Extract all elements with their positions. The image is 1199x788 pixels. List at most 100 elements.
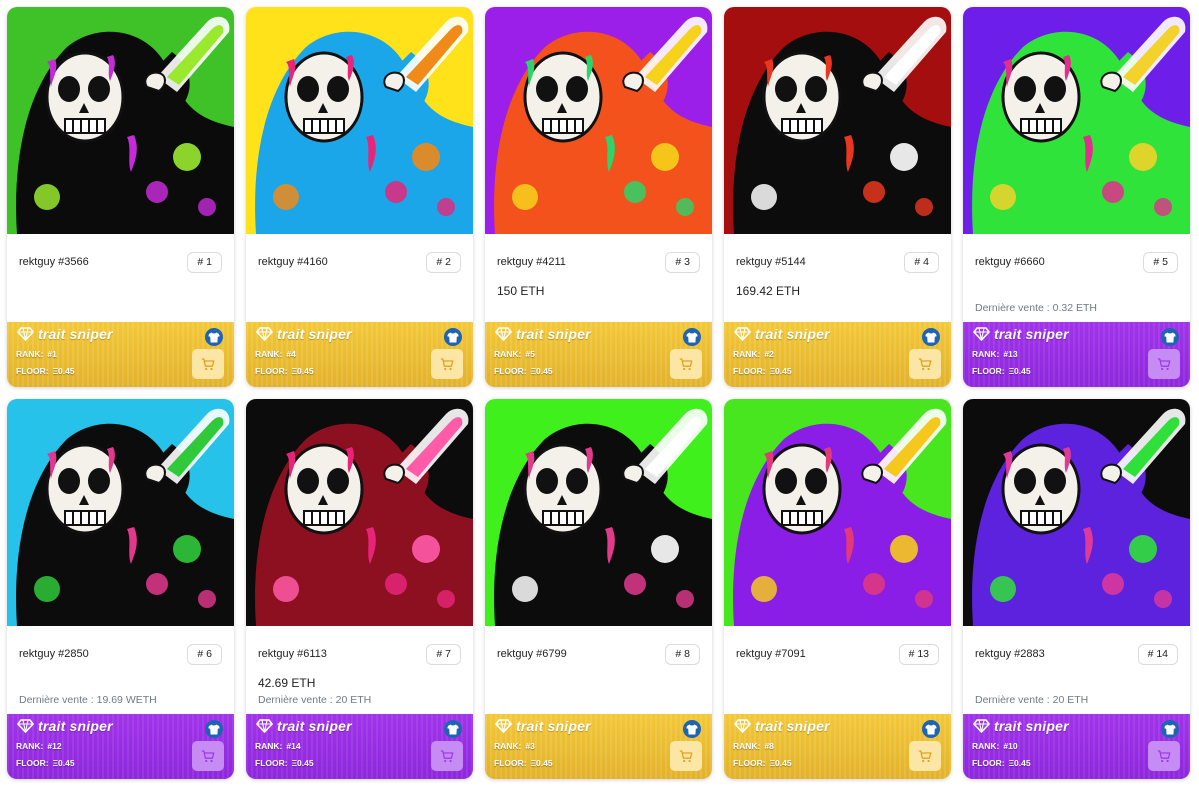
rank-label: RANK: <box>494 349 522 359</box>
nft-image[interactable] <box>724 7 951 234</box>
floor-value: Ξ0.45 <box>530 366 553 376</box>
shirt-icon[interactable] <box>205 720 223 738</box>
rank-label: RANK: <box>16 349 44 359</box>
sniper-floor: FLOOR: Ξ0.45 <box>16 366 75 376</box>
floor-value: Ξ0.45 <box>530 758 553 768</box>
trait-sniper-label: trait sniper <box>277 718 352 734</box>
nft-name[interactable]: rektguy #6113 <box>258 648 327 660</box>
nft-name[interactable]: rektguy #6799 <box>497 648 567 660</box>
nft-card[interactable]: rektguy #3566 # 1 trait sniper RANK: #1 FLOOR… <box>7 7 234 387</box>
trait-sniper-label: trait sniper <box>994 718 1069 734</box>
nft-image[interactable] <box>7 7 234 234</box>
cart-button[interactable] <box>909 741 941 771</box>
nft-card[interactable]: rektguy #4160 # 2 trait sniper RANK: #4 FLOOR… <box>246 7 473 387</box>
trait-sniper-logo: trait sniper <box>494 326 591 342</box>
floor-value: Ξ0.45 <box>291 758 314 768</box>
rarity-rank-badge: # 4 <box>904 252 939 273</box>
floor-label: FLOOR: <box>494 366 527 376</box>
nft-image[interactable] <box>485 399 712 626</box>
current-price: 150 ETH <box>497 284 545 298</box>
cart-button[interactable] <box>1148 741 1180 771</box>
nft-info: rektguy #7091 # 13 <box>724 626 951 714</box>
nft-card[interactable]: rektguy #6113 # 7 42.69 ETH Dernière vente … <box>246 399 473 779</box>
shirt-icon[interactable] <box>1161 720 1179 738</box>
shirt-icon[interactable] <box>683 328 701 346</box>
trait-sniper-label: trait sniper <box>277 326 352 342</box>
diamond-icon <box>255 719 274 734</box>
shirt-icon[interactable] <box>1161 328 1179 346</box>
cart-button[interactable] <box>192 741 224 771</box>
shirt-icon[interactable] <box>444 720 462 738</box>
trait-sniper-logo: trait sniper <box>16 718 113 734</box>
rarity-rank-badge: # 3 <box>665 252 700 273</box>
trait-sniper-logo: trait sniper <box>494 718 591 734</box>
cart-button[interactable] <box>192 349 224 379</box>
cart-button[interactable] <box>431 349 463 379</box>
nft-name[interactable]: rektguy #4160 <box>258 256 328 268</box>
nft-card[interactable]: rektguy #4211 # 3 150 ETH trait sniper RANK:… <box>485 7 712 387</box>
trait-sniper-label: trait sniper <box>516 718 591 734</box>
cart-button[interactable] <box>670 349 702 379</box>
floor-label: FLOOR: <box>255 758 288 768</box>
diamond-icon <box>255 327 274 342</box>
nft-name[interactable]: rektguy #2883 <box>975 648 1045 660</box>
rarity-rank-badge: # 7 <box>426 644 461 665</box>
nft-name[interactable]: rektguy #3566 <box>19 256 89 268</box>
trait-sniper-logo: trait sniper <box>255 326 352 342</box>
floor-label: FLOOR: <box>255 366 288 376</box>
nft-name[interactable]: rektguy #7091 <box>736 648 806 660</box>
sniper-rank: RANK: #12 <box>16 741 62 751</box>
diamond-icon <box>16 719 35 734</box>
nft-card[interactable]: rektguy #6660 # 5 Dernière vente : 0.32 ET… <box>963 7 1190 387</box>
trait-sniper-panel: trait sniper RANK: #2 FLOOR: Ξ0.45 <box>724 322 951 387</box>
nft-card[interactable]: rektguy #2850 # 6 Dernière vente : 19.69 W… <box>7 399 234 779</box>
cart-button[interactable] <box>1148 349 1180 379</box>
cart-button[interactable] <box>431 741 463 771</box>
sniper-rank: RANK: #13 <box>972 349 1018 359</box>
nft-card[interactable]: rektguy #6799 # 8 trait sniper RANK: #3 FLOOR… <box>485 399 712 779</box>
sniper-rank: RANK: #10 <box>972 741 1018 751</box>
shirt-icon[interactable] <box>922 720 940 738</box>
floor-value: Ξ0.45 <box>1008 758 1031 768</box>
sniper-rank: RANK: #8 <box>733 741 774 751</box>
sniper-floor: FLOOR: Ξ0.45 <box>494 366 553 376</box>
shirt-icon[interactable] <box>922 328 940 346</box>
sniper-floor: FLOOR: Ξ0.45 <box>733 758 792 768</box>
last-sale: Dernière vente : 20 ETH <box>975 694 1089 706</box>
nft-info: rektguy #6799 # 8 <box>485 626 712 714</box>
nft-image[interactable] <box>485 7 712 234</box>
floor-label: FLOOR: <box>494 758 527 768</box>
nft-name[interactable]: rektguy #2850 <box>19 648 89 660</box>
nft-name[interactable]: rektguy #6660 <box>975 256 1045 268</box>
trait-sniper-panel: trait sniper RANK: #12 FLOOR: Ξ0.45 <box>7 714 234 779</box>
cart-button[interactable] <box>670 741 702 771</box>
floor-label: FLOOR: <box>733 366 766 376</box>
sniper-floor: FLOOR: Ξ0.45 <box>972 366 1031 376</box>
sniper-rank: RANK: #5 <box>494 349 535 359</box>
nft-image[interactable] <box>246 7 473 234</box>
nft-card[interactable]: rektguy #5144 # 4 169.42 ETH trait sniper RA… <box>724 7 951 387</box>
shirt-icon[interactable] <box>683 720 701 738</box>
last-sale: Dernière vente : 20 ETH <box>258 694 372 706</box>
trait-sniper-panel: trait sniper RANK: #14 FLOOR: Ξ0.45 <box>246 714 473 779</box>
nft-image[interactable] <box>963 399 1190 626</box>
rank-value: #13 <box>1003 349 1018 359</box>
trait-sniper-logo: trait sniper <box>972 718 1069 734</box>
nft-name[interactable]: rektguy #5144 <box>736 256 806 268</box>
nft-card[interactable]: rektguy #7091 # 13 trait sniper RANK: #8 FLOO… <box>724 399 951 779</box>
nft-image[interactable] <box>963 7 1190 234</box>
nft-image[interactable] <box>246 399 473 626</box>
trait-sniper-panel: trait sniper RANK: #5 FLOOR: Ξ0.45 <box>485 322 712 387</box>
shirt-icon[interactable] <box>444 328 462 346</box>
nft-image[interactable] <box>7 399 234 626</box>
nft-image[interactable] <box>724 399 951 626</box>
sniper-floor: FLOOR: Ξ0.45 <box>255 366 314 376</box>
floor-value: Ξ0.45 <box>1008 366 1031 376</box>
rank-value: #12 <box>47 741 62 751</box>
nft-card[interactable]: rektguy #2883 # 14 Dernière vente : 20 ETH… <box>963 399 1190 779</box>
sniper-floor: FLOOR: Ξ0.45 <box>16 758 75 768</box>
sniper-rank: RANK: #1 <box>16 349 57 359</box>
shirt-icon[interactable] <box>205 328 223 346</box>
cart-button[interactable] <box>909 349 941 379</box>
nft-name[interactable]: rektguy #4211 <box>497 256 566 268</box>
